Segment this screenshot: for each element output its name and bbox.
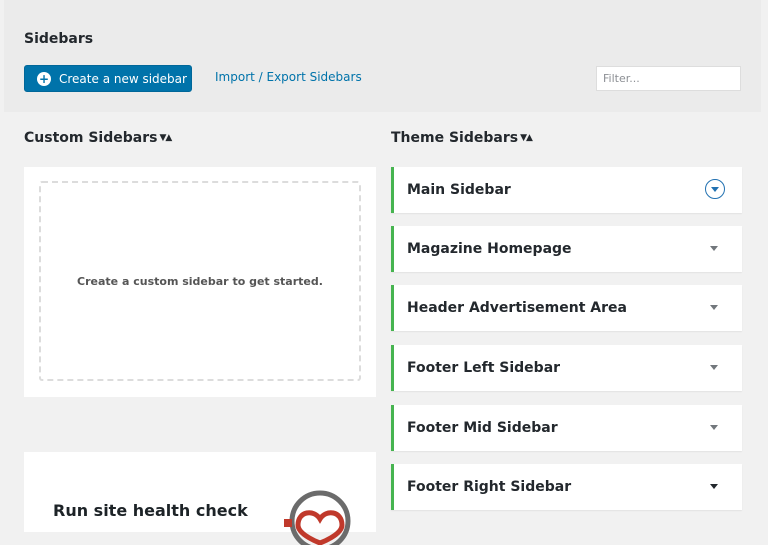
sidebar-name: Main Sidebar — [407, 182, 511, 198]
custom-sidebars-heading[interactable]: Custom Sidebars ▼▲ — [24, 130, 172, 146]
plus-circle-icon: + — [37, 71, 51, 86]
theme-sidebar-header-ad[interactable]: Header Advertisement Area — [391, 285, 742, 331]
site-health-title: Run site health check — [53, 501, 248, 520]
sort-arrows-icon[interactable]: ▼▲ — [520, 133, 533, 143]
theme-sidebar-main[interactable]: Main Sidebar — [391, 167, 742, 213]
page-title: Sidebars — [24, 31, 94, 47]
chevron-down-icon[interactable] — [710, 365, 718, 370]
theme-sidebar-footer-right[interactable]: Footer Right Sidebar — [391, 464, 742, 510]
chevron-down-icon[interactable] — [705, 179, 725, 199]
sidebar-name: Magazine Homepage — [407, 241, 572, 257]
empty-message: Create a custom sidebar to get started. — [77, 274, 323, 288]
sidebar-name: Footer Mid Sidebar — [407, 420, 558, 436]
custom-sidebars-title: Custom Sidebars — [24, 130, 158, 146]
import-export-link[interactable]: Import / Export Sidebars — [215, 70, 362, 84]
chevron-down-icon[interactable] — [710, 425, 718, 430]
empty-dropzone: Create a custom sidebar to get started. — [39, 181, 361, 381]
theme-sidebar-magazine-homepage[interactable]: Magazine Homepage — [391, 226, 742, 272]
custom-sidebars-panel: Create a custom sidebar to get started. — [24, 167, 376, 397]
chevron-down-icon[interactable] — [710, 246, 718, 251]
create-sidebar-label: Create a new sidebar — [59, 71, 187, 86]
chevron-down-icon[interactable] — [710, 305, 718, 310]
filter-input[interactable] — [596, 66, 741, 91]
create-sidebar-button[interactable]: + Create a new sidebar — [24, 65, 192, 92]
theme-sidebar-footer-mid[interactable]: Footer Mid Sidebar — [391, 405, 742, 451]
sidebar-name: Footer Right Sidebar — [407, 479, 572, 495]
theme-sidebar-footer-left[interactable]: Footer Left Sidebar — [391, 345, 742, 391]
sidebar-name: Footer Left Sidebar — [407, 360, 561, 376]
chevron-down-icon[interactable] — [710, 484, 718, 489]
theme-sidebars-title: Theme Sidebars — [391, 130, 519, 146]
sidebar-name: Header Advertisement Area — [407, 300, 627, 316]
theme-sidebars-heading[interactable]: Theme Sidebars ▼▲ — [391, 130, 533, 146]
sort-arrows-icon[interactable]: ▼▲ — [159, 133, 172, 143]
heart-monitor-icon — [284, 490, 351, 545]
page-header — [4, 0, 761, 112]
site-health-card: Run site health check — [24, 452, 376, 545]
